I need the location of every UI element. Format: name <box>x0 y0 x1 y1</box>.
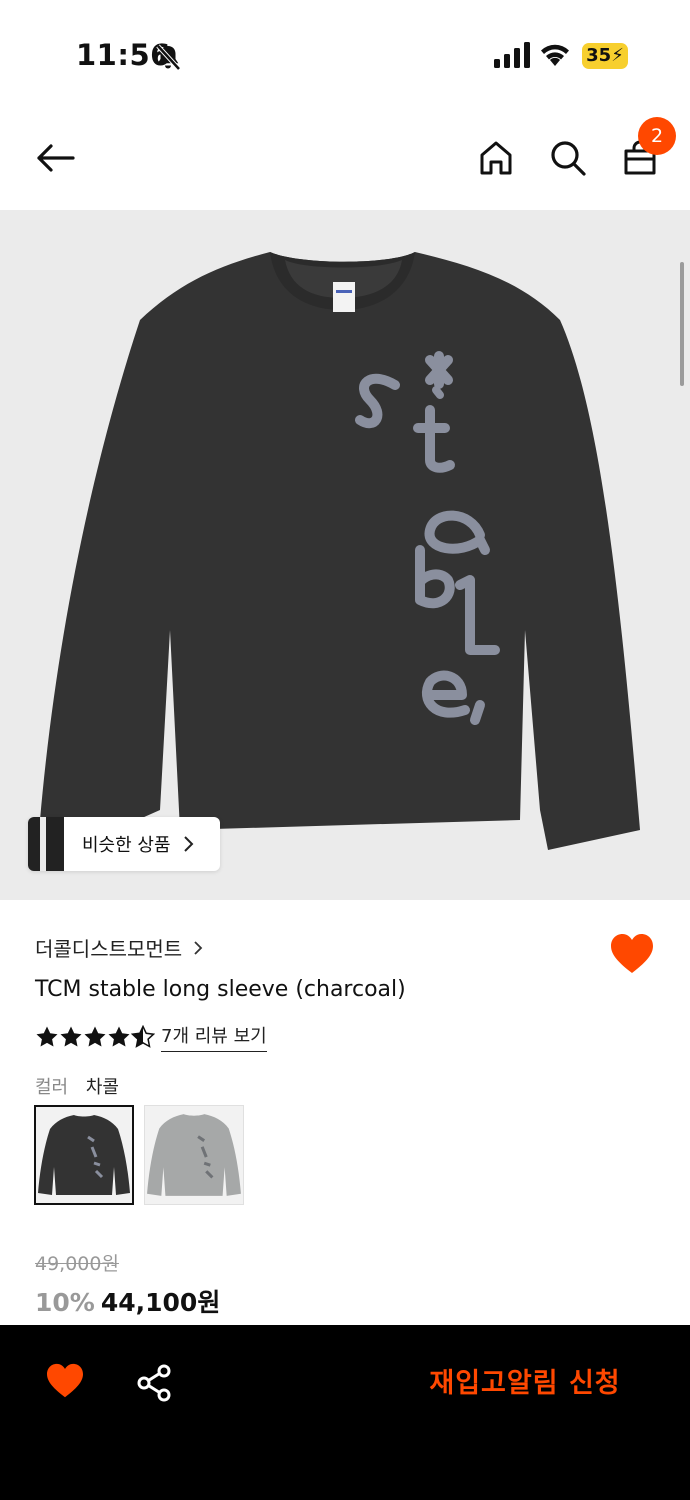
sale-price: 44,100원 <box>100 1288 221 1317</box>
product-title: TCM stable long sleeve (charcoal) <box>35 977 406 1002</box>
price-row: 10% 44,100원 <box>35 1283 220 1319</box>
home-icon <box>480 141 512 175</box>
color-value: 차콜 <box>85 1077 119 1098</box>
heart-icon[interactable] <box>609 933 655 975</box>
review-link[interactable]: 7개 리뷰 보기 <box>161 1022 267 1052</box>
status-bar: 11:56 35⚡ <box>0 0 690 100</box>
app-header <box>0 100 690 210</box>
similar-product-thumbnail <box>28 817 64 871</box>
home-button[interactable] <box>471 133 521 183</box>
similar-products-label: 비슷한 상품 <box>82 835 171 856</box>
similar-products-button[interactable]: 비슷한 상품 <box>28 817 220 871</box>
bottom-action-bar: 재입고알림 신청 <box>0 1325 690 1500</box>
wifi-icon <box>541 44 569 66</box>
battery-level: 35 <box>586 45 612 66</box>
star-icon <box>36 1026 58 1047</box>
color-swatch-grey[interactable] <box>144 1105 244 1205</box>
charcoal-shirt-thumbnail <box>38 1115 130 1195</box>
star-icon <box>108 1026 130 1047</box>
discount-rate: 10% <box>35 1288 95 1317</box>
signal-icon <box>494 42 530 68</box>
original-price: 49,000원 <box>35 1253 119 1275</box>
color-option-row: 컬러 차콜 <box>35 1073 119 1099</box>
star-rating <box>35 1025 155 1049</box>
bell-off-icon <box>156 44 181 71</box>
battery-indicator: 35⚡ <box>582 43 628 69</box>
star-icon <box>84 1026 106 1047</box>
product-photo <box>40 252 640 850</box>
half-star-icon <box>131 1025 155 1048</box>
restock-alert-button[interactable]: 재입고알림 신청 <box>400 1361 650 1407</box>
search-icon <box>551 141 586 176</box>
brand-name: 더콜디스트모먼트 <box>35 937 183 961</box>
share-icon[interactable] <box>134 1363 174 1403</box>
image-scrollbar <box>680 262 684 386</box>
grey-shirt-thumbnail <box>147 1114 241 1196</box>
heart-icon[interactable] <box>45 1363 85 1399</box>
brand-link[interactable]: 더콜디스트모먼트 <box>35 933 204 962</box>
product-image[interactable] <box>0 210 690 900</box>
star-icon <box>60 1026 82 1047</box>
arrow-left-icon <box>37 144 75 172</box>
color-swatch-charcoal[interactable] <box>34 1105 134 1205</box>
color-label: 컬러 <box>35 1077 69 1098</box>
chevron-right-icon <box>183 836 193 852</box>
back-button[interactable] <box>30 133 80 183</box>
chevron-right-icon <box>194 940 203 955</box>
cart-count-badge: 2 <box>638 117 676 155</box>
search-button[interactable] <box>543 133 593 183</box>
rating-row: 7개 리뷰 보기 <box>35 1022 267 1052</box>
